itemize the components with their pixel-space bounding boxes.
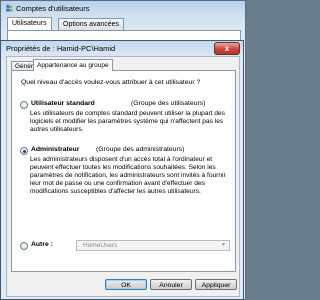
properties-dialog: Propriétés de : Hamid-PC\Hamid x Général… [0, 40, 244, 300]
standard-user-group: (Groupe des utilisateurs) [131, 100, 206, 107]
dialog-client-area: Général Appartenance au groupe Quel nive… [6, 56, 240, 297]
standard-user-description: Les utilisateurs de comptes standard peu… [30, 110, 225, 133]
administrator-group: (Groupe des administrateurs) [96, 146, 185, 153]
chevron-down-icon: ▼ [221, 242, 226, 248]
tab-group-membership[interactable]: Appartenance au groupe [33, 59, 113, 71]
users-icon [6, 4, 13, 12]
close-button[interactable]: x [214, 42, 240, 55]
dialog-title: Propriétés de : Hamid-PC\Hamid [6, 44, 116, 53]
administrator-description: Les administrateurs disposent d'un accès… [30, 156, 226, 195]
standard-user-label[interactable]: Utilisateur standard [31, 100, 95, 107]
administrator-radio[interactable] [20, 147, 28, 155]
group-membership-panel: Quel niveau d'accès voulez-vous attribue… [11, 70, 236, 272]
ok-button[interactable]: OK [105, 279, 147, 290]
standard-user-radio[interactable] [20, 101, 28, 109]
group-select-value: HomeUsers [83, 242, 118, 249]
cancel-button[interactable]: Annuler [150, 279, 192, 290]
group-select[interactable]: HomeUsers ▼ [76, 240, 230, 251]
apply-button[interactable]: Appliquer [195, 279, 237, 290]
tab-advanced-options[interactable]: Options avancées [58, 18, 125, 30]
access-level-question: Quel niveau d'accès voulez-vous attribue… [21, 79, 201, 86]
administrator-label[interactable]: Administrateur [31, 146, 79, 153]
other-radio[interactable] [20, 242, 28, 250]
other-label[interactable]: Autre : [31, 241, 53, 248]
tab-users[interactable]: Utilisateurs [7, 17, 52, 30]
close-icon: x [224, 44, 230, 53]
window-title: Comptes d'utilisateurs [16, 4, 90, 13]
